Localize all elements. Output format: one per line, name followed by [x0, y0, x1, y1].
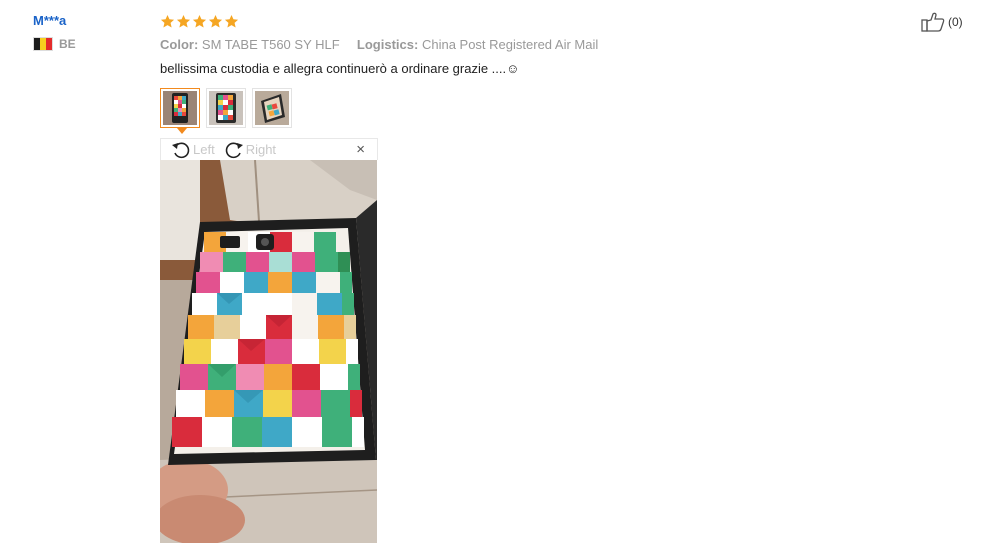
rotate-right-button[interactable]: Right — [224, 141, 276, 159]
review-text: bellissima custodia e allegra continuerò… — [160, 61, 520, 76]
star-icon — [176, 14, 191, 27]
star-icon — [192, 14, 207, 27]
helpful-like-button[interactable]: (0) — [921, 12, 963, 32]
viewer-toolbar: Left Right × — [160, 138, 378, 160]
rotate-right-label: Right — [245, 142, 277, 157]
thumbnail-1[interactable] — [160, 88, 200, 134]
color-value: SM TABE T560 SY HLF — [201, 37, 340, 52]
color-label: Color: — [160, 37, 199, 52]
star-icon — [160, 14, 175, 27]
rotate-right-icon — [225, 142, 243, 158]
star-rating — [160, 12, 960, 30]
logistics-value: China Post Registered Air Mail — [421, 37, 599, 52]
review-photo — [160, 160, 377, 543]
active-thumbnail-caret — [177, 128, 187, 134]
star-icon — [208, 14, 223, 27]
logistics-label: Logistics: — [356, 37, 419, 52]
like-count: (0) — [948, 15, 963, 29]
review-body: Color: SM TABE T560 SY HLF Logistics: Ch… — [160, 12, 960, 77]
reviewer-name[interactable]: M***a — [33, 12, 143, 30]
rotate-left-icon — [172, 142, 190, 158]
thumbnail-3[interactable] — [252, 88, 292, 128]
photo-viewer: Left Right × — [160, 138, 378, 543]
thumbnail-image — [209, 91, 243, 125]
country-code: BE — [59, 37, 76, 51]
thumbnail-image — [163, 91, 197, 125]
photo-thumbnails — [160, 88, 292, 134]
belgium-flag-icon — [33, 37, 53, 51]
reviewer-info: M***a BE — [33, 12, 143, 51]
thumbnail-image — [255, 91, 289, 125]
star-icon — [224, 14, 239, 27]
close-viewer-button[interactable]: × — [356, 141, 365, 158]
rotate-left-label: Left — [193, 142, 215, 157]
reviewer-country: BE — [33, 37, 143, 51]
thumbs-up-icon — [921, 12, 945, 32]
thumbnail-2[interactable] — [206, 88, 246, 128]
rotate-left-button[interactable]: Left — [171, 141, 215, 159]
order-info: Color: SM TABE T560 SY HLF Logistics: Ch… — [160, 37, 960, 53]
